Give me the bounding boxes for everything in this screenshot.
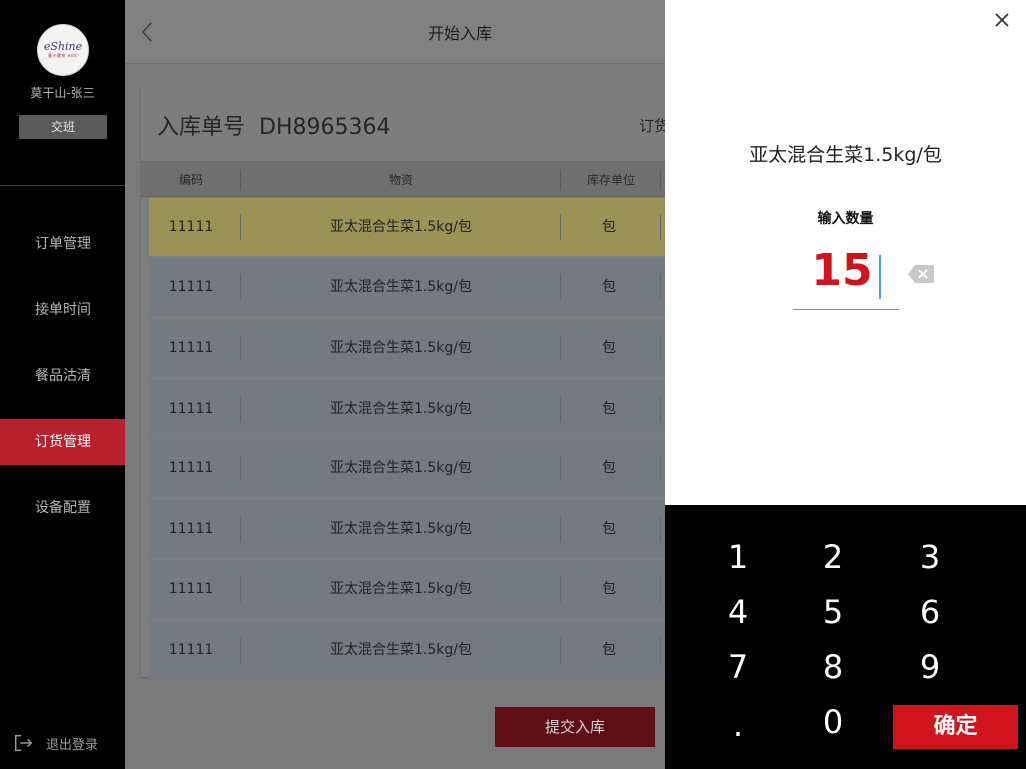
key-0[interactable]: 0: [803, 700, 863, 744]
cell-divider: [660, 214, 661, 240]
cell-divider: [660, 396, 661, 422]
user-name: 莫干山-张三: [30, 86, 95, 100]
order-extra-label: 订货: [639, 117, 665, 135]
cell-divider: [660, 335, 661, 361]
cell-unit: 包: [602, 521, 616, 537]
cell-item-name: 亚太混合生菜1.5kg/包: [330, 219, 472, 235]
cell-unit: 包: [602, 581, 616, 597]
cell-code: 11111: [168, 401, 214, 417]
sidebar: eShine 意小就余 eshi 莫干山-张三 交班 订单管理 接单时间 餐品沽…: [0, 0, 125, 769]
brand-logo-text: eShine: [43, 40, 83, 53]
logout-icon: [14, 734, 33, 752]
table-row[interactable]: 11111 亚太混合生菜1.5kg/包 包: [149, 560, 665, 618]
page-title: 开始入库: [427, 24, 492, 43]
selected-item-name: 亚太混合生菜1.5kg/包: [749, 144, 942, 166]
key-3[interactable]: 3: [900, 535, 960, 579]
key-decimal[interactable]: .: [708, 703, 768, 747]
order-number: 入库单号 DH8965364: [157, 109, 390, 141]
cell-code: 11111: [168, 642, 214, 658]
cell-code: 11111: [168, 279, 214, 295]
brand-logo-subtext: 意小就余 eshi: [48, 53, 78, 58]
cell-unit: 包: [602, 279, 616, 295]
order-number-value: DH8965364: [259, 115, 391, 140]
table-row[interactable]: 11111 亚太混合生菜1.5kg/包 包: [149, 319, 665, 377]
sidebar-divider: [0, 185, 125, 186]
key-8[interactable]: 8: [803, 645, 863, 689]
numeric-keypad: 1 2 3 4 5 6 7 8 9 . 0 确定: [665, 505, 1026, 769]
cell-unit: 包: [602, 219, 616, 235]
order-card: 入库单号 DH8965364 订货 编码 物资 库存单位 11111 亚太混合生菜…: [141, 87, 665, 679]
key-9[interactable]: 9: [900, 645, 960, 689]
text-caret: [878, 254, 881, 299]
key-6[interactable]: 6: [900, 590, 960, 634]
cell-divider: [660, 516, 661, 542]
table-row[interactable]: 11111 亚太混合生菜1.5kg/包 包: [149, 500, 665, 558]
cell-code: 11111: [168, 460, 214, 476]
cell-divider: [660, 274, 661, 300]
key-2[interactable]: 2: [803, 535, 863, 579]
cell-code: 11111: [168, 521, 214, 537]
sidebar-item-device-config[interactable]: 设备配置: [0, 485, 125, 531]
sidebar-item-orders[interactable]: 订单管理: [0, 221, 125, 267]
column-header-unit: 库存单位: [586, 173, 635, 187]
cell-divider: [660, 576, 661, 602]
cell-item-name: 亚太混合生菜1.5kg/包: [330, 460, 472, 476]
cell-unit: 包: [602, 642, 616, 658]
table-header: 编码 物资 库存单位: [141, 161, 665, 197]
cell-unit: 包: [602, 401, 616, 417]
logout-button[interactable]: 退出登录: [12, 732, 98, 754]
key-7[interactable]: 7: [708, 645, 768, 689]
cell-item-name: 亚太混合生菜1.5kg/包: [330, 340, 472, 356]
quantity-input[interactable]: 15: [793, 240, 899, 310]
key-4[interactable]: 4: [708, 590, 768, 634]
top-bar: 开始入库: [125, 0, 665, 64]
sidebar-item-purchasing[interactable]: 订货管理: [0, 419, 125, 465]
quantity-label: 输入数量: [817, 211, 874, 227]
logout-label: 退出登录: [46, 737, 99, 753]
column-header-code: 编码: [178, 173, 203, 187]
cell-item-name: 亚太混合生菜1.5kg/包: [330, 521, 472, 537]
table-row[interactable]: 11111 亚太混合生菜1.5kg/包 包: [149, 380, 665, 438]
main-content: 开始入库 入库单号 DH8965364 订货 编码 物资 库存单位 11111 亚…: [125, 0, 665, 769]
quantity-value: 15: [811, 245, 873, 296]
brand-logo: eShine 意小就余 eshi: [37, 24, 89, 76]
table-row[interactable]: 11111 亚太混合生菜1.5kg/包 包: [149, 258, 665, 316]
table-row[interactable]: 11111 亚太混合生菜1.5kg/包 包: [149, 198, 665, 256]
order-number-label: 入库单号: [157, 115, 246, 140]
table-row[interactable]: 11111 亚太混合生菜1.5kg/包 包: [149, 439, 665, 497]
backspace-icon[interactable]: [907, 264, 935, 284]
sidebar-item-accept-time[interactable]: 接单时间: [0, 287, 125, 333]
column-header-item: 物资: [388, 173, 413, 187]
key-5[interactable]: 5: [803, 590, 863, 634]
close-icon[interactable]: [992, 10, 1012, 30]
cell-item-name: 亚太混合生菜1.5kg/包: [330, 401, 472, 417]
cell-code: 11111: [168, 219, 214, 235]
submit-stock-in-button[interactable]: 提交入库: [495, 707, 655, 747]
column-divider: [660, 170, 661, 190]
shift-change-button[interactable]: 交班: [19, 115, 107, 139]
cell-code: 11111: [168, 581, 214, 597]
cell-code: 11111: [168, 340, 214, 356]
key-1[interactable]: 1: [708, 535, 768, 579]
cell-item-name: 亚太混合生菜1.5kg/包: [330, 642, 472, 658]
quantity-panel: 亚太混合生菜1.5kg/包 输入数量 15: [665, 0, 1026, 505]
cell-item-name: 亚太混合生菜1.5kg/包: [330, 581, 472, 597]
cell-item-name: 亚太混合生菜1.5kg/包: [330, 279, 472, 295]
table-row[interactable]: 11111 亚太混合生菜1.5kg/包 包: [149, 621, 665, 679]
confirm-button[interactable]: 确定: [893, 705, 1018, 749]
cell-divider: [660, 637, 661, 663]
cell-divider: [660, 455, 661, 481]
sidebar-item-sold-out[interactable]: 餐品沽清: [0, 353, 125, 399]
cell-unit: 包: [602, 340, 616, 356]
cell-unit: 包: [602, 460, 616, 476]
